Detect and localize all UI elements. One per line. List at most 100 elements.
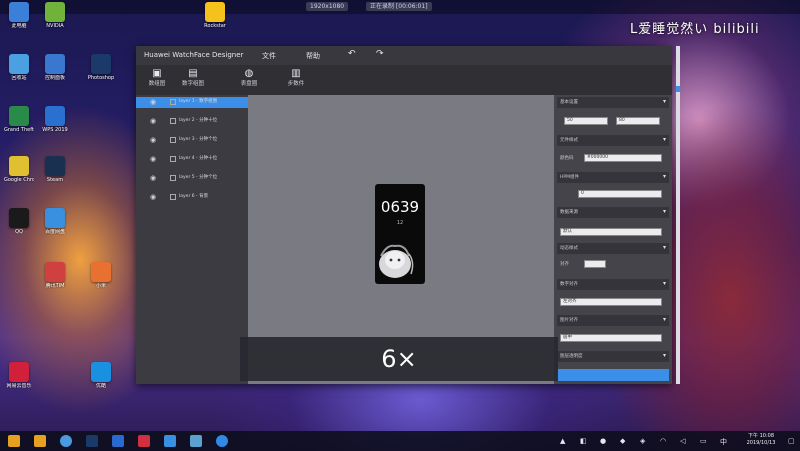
taskbar-app-icon[interactable] [112,435,124,447]
section-header[interactable]: 数字对齐 ▾ [557,279,669,290]
eye-icon[interactable]: ◉ [150,174,156,182]
desktop-icon[interactable]: 回收站 [4,54,34,81]
section-header[interactable]: 动态样式 ▾ [557,243,669,254]
tray-app-icon[interactable]: ◆ [620,437,625,445]
undo-icon[interactable]: ↶ [348,49,356,59]
tray-chevron-icon[interactable]: ▲ [560,437,565,445]
layer-item[interactable]: ◉ layer 3 - 分钟个位 [136,135,248,146]
checkbox-icon[interactable] [170,118,176,124]
desktop-icon[interactable]: 百度网盘 [40,208,70,235]
eye-icon[interactable]: ◉ [150,155,156,163]
app-icon [45,156,65,176]
desktop-icon[interactable]: 控制面板 [40,54,70,81]
app-icon [9,208,29,228]
desktop-icon[interactable]: Rockstar [200,2,230,29]
tray-shield-icon[interactable]: ◈ [640,437,645,445]
desktop-icon[interactable]: WPS 2019 [40,106,70,133]
taskbar-explorer-icon[interactable] [34,435,46,447]
chevron-down-icon: ▾ [662,316,666,323]
tool-image-array[interactable]: ▣ 数组图 [142,67,172,88]
tray-wifi-icon[interactable]: ◠ [660,437,666,445]
desktop-icon[interactable]: Steam [40,156,70,183]
tray-ime-icon[interactable]: 中 [720,437,727,447]
menu-help[interactable]: 帮助 [306,51,320,61]
tool-digit-array[interactable]: ▤ 数字组图 [178,67,208,88]
eye-icon[interactable]: ◉ [150,117,156,125]
checkbox-icon[interactable] [170,137,176,143]
desktop-icon[interactable]: 优酷 [86,362,116,389]
layer-item[interactable]: ◉ layer 4 - 分钟十位 [136,154,248,165]
eye-icon[interactable]: ◉ [150,98,156,106]
desktop-icon[interactable]: Grand Theft Auto V [4,106,34,133]
desktop-icon[interactable]: 小米 [86,262,116,289]
app-icon [205,2,225,22]
app-icon [9,54,29,74]
watchface-preview[interactable]: 0639 12 [375,184,425,284]
taskbar-designer-icon[interactable] [216,435,228,447]
digits-icon: ▤ [188,68,198,79]
tray-battery-icon[interactable]: ▭ [700,437,707,445]
image-align-select[interactable]: 居中 [560,334,662,342]
desktop-icon[interactable]: Google Chrome [4,156,34,183]
tray-network-icon[interactable]: ◧ [580,437,587,445]
taskbar-music-icon[interactable] [138,435,150,447]
taskbar-chrome-icon[interactable] [60,435,72,447]
eye-icon[interactable]: ◉ [150,193,156,201]
taskbar-cloud-icon[interactable] [164,435,176,447]
tray-volume-icon[interactable]: ◁ [680,437,685,445]
section-header[interactable]: 图层透明度 ▾ [557,351,669,362]
y-input[interactable]: 80 [616,117,660,125]
section-header[interactable]: 元件样式 ▾ [557,135,669,146]
window-scrollbar[interactable] [676,46,680,384]
section-header[interactable]: 基本设置 ▾ [557,97,669,108]
menu-file[interactable]: 文件 [262,51,276,61]
chevron-down-icon: ▾ [662,208,666,215]
checkbox-icon[interactable] [170,99,176,105]
tool-dial[interactable]: ◍ 表盘圈 [234,67,264,88]
taskbar-chat-icon[interactable] [190,435,202,447]
taskbar-folder-icon[interactable] [8,435,20,447]
app-icon [9,106,29,126]
section-header[interactable]: HPM组件 ▾ [557,172,669,183]
chevron-down-icon: ▾ [662,352,666,359]
app-icon [91,362,111,382]
checkbox-icon[interactable] [170,175,176,181]
desktop-icon[interactable]: 此电脑 [4,2,34,29]
eye-icon[interactable]: ◉ [150,136,156,144]
x-input[interactable]: 50 [564,117,608,125]
app-icon [45,2,65,22]
playback-speed: 6× [381,345,417,373]
app-icon [91,262,111,282]
layer-item[interactable]: ◉ layer 1 - 数字组图 [136,97,248,108]
desktop-icon[interactable]: 网易云音乐 [4,362,34,389]
redo-icon[interactable]: ↷ [376,49,384,59]
layer-item[interactable]: ◉ layer 2 - 分钟十位 [136,116,248,127]
checkbox-icon[interactable] [170,156,176,162]
app-icon [45,54,65,74]
taskbar-clock[interactable]: 下午 10:08 2019/10/13 [736,433,786,447]
data-source-select[interactable]: 默认 [560,228,662,236]
layer-item[interactable]: ◉ layer 5 - 分钟个位 [136,173,248,184]
app-icon [45,208,65,228]
taskbar: ▲ ◧ ● ◆ ◈ ◠ ◁ ▭ 中 下午 10:08 2019/10/13 ▢ [0,431,800,451]
chevron-down-icon: ▾ [662,280,666,287]
notification-icon[interactable]: ▢ [788,437,795,445]
digit-align-select[interactable]: 左对齐 [560,298,662,306]
tray-qq-icon[interactable]: ● [600,437,606,445]
color-input[interactable]: #000000 [584,154,662,162]
align-stepper[interactable] [584,260,606,268]
checkbox-icon[interactable] [170,194,176,200]
layer-item[interactable]: ◉ layer 6 - 背景 [136,192,248,203]
section-header[interactable]: 数据来源 ▾ [557,207,669,218]
scrollbar-thumb[interactable] [676,86,680,92]
app-icon [9,2,29,22]
desktop-icon[interactable]: Photoshop [86,54,116,81]
tool-steps[interactable]: ▥ 步数件 [281,67,311,88]
desktop-icon[interactable]: NVIDIA [40,2,70,29]
apply-button[interactable] [557,369,669,381]
section-header[interactable]: 图片对齐 ▾ [557,315,669,326]
hpm-input[interactable]: 0 [578,190,662,198]
desktop-icon[interactable]: 腾讯TIM [40,262,70,289]
taskbar-photoshop-icon[interactable] [86,435,98,447]
desktop-icon[interactable]: QQ [4,208,34,235]
